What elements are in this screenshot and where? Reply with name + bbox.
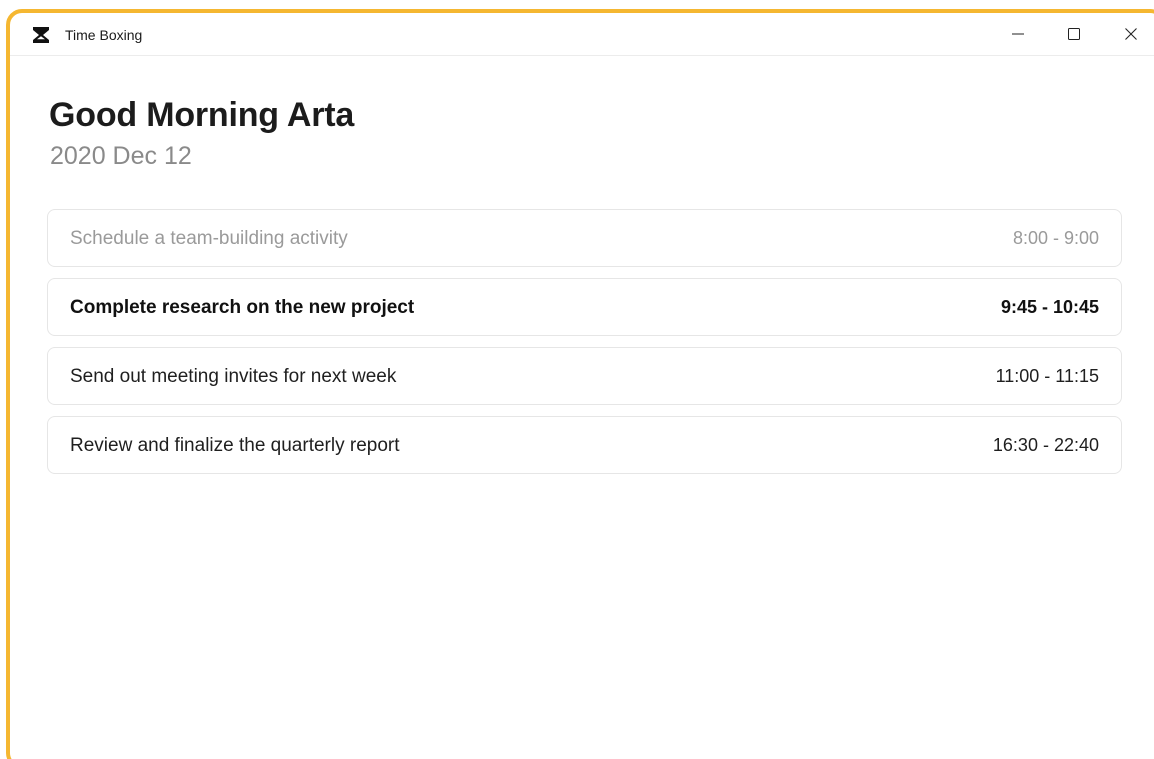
task-title: Review and finalize the quarterly report bbox=[70, 435, 400, 456]
maximize-button[interactable] bbox=[1049, 13, 1099, 55]
task-title: Complete research on the new project bbox=[70, 297, 415, 318]
task-time: 9:45 - 10:45 bbox=[1000, 297, 1099, 317]
task-item[interactable]: Review and finalize the quarterly report… bbox=[47, 416, 1122, 474]
task-item[interactable]: Schedule a team-building activity 8:00 -… bbox=[47, 209, 1122, 267]
hourglass-icon bbox=[32, 26, 50, 44]
window-title: Time Boxing bbox=[65, 27, 143, 43]
close-button[interactable] bbox=[1106, 13, 1154, 55]
greeting-heading: Good Morning Arta bbox=[49, 96, 355, 134]
task-time: 8:00 - 9:00 bbox=[1012, 228, 1099, 248]
minimize-icon bbox=[1011, 27, 1025, 41]
maximize-icon bbox=[1067, 27, 1081, 41]
task-item[interactable]: Send out meeting invites for next week 1… bbox=[47, 347, 1122, 405]
task-title: Send out meeting invites for next week bbox=[70, 366, 397, 387]
task-time: 11:00 - 11:15 bbox=[995, 366, 1099, 386]
task-item[interactable]: Complete research on the new project 9:4… bbox=[47, 278, 1122, 336]
close-icon bbox=[1124, 27, 1138, 41]
title-bar[interactable]: Time Boxing bbox=[10, 13, 1154, 56]
task-title: Schedule a team-building activity bbox=[70, 228, 348, 249]
app-window: Time Boxing Good Morning Arta 2020 Dec 1… bbox=[0, 0, 1154, 759]
current-date: 2020 Dec 12 bbox=[50, 142, 192, 170]
minimize-button[interactable] bbox=[993, 13, 1043, 55]
task-time: 16:30 - 22:40 bbox=[992, 435, 1099, 455]
